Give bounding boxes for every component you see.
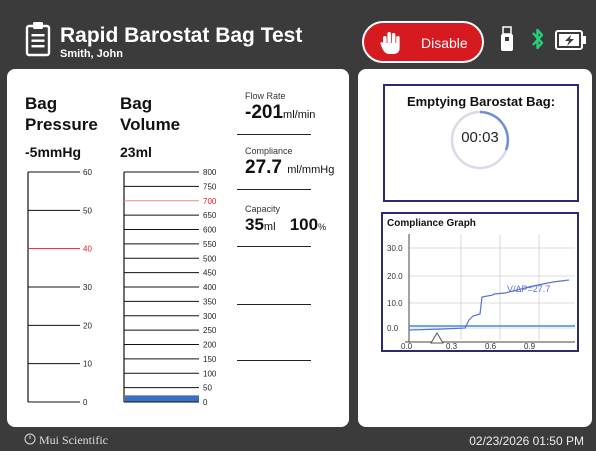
capacity-percent-unit: % (318, 222, 327, 232)
pressure-tick-label: 50 (83, 206, 92, 215)
y-tick-label: 30.0 (387, 244, 403, 253)
compliance-unit: ml/mmHg (287, 164, 335, 176)
volume-tick-label: 500 (203, 254, 217, 263)
pressure-tick-label: 0 (83, 398, 88, 407)
readout-divider (237, 246, 311, 247)
pressure-tick-label: 20 (83, 321, 92, 330)
readout-divider (237, 134, 311, 135)
volume-tick-label: 0 (203, 398, 208, 407)
compliance-readout: 27.7 ml/mmHg (245, 157, 334, 179)
emptying-timer: 00:03 (461, 129, 499, 146)
power-icon (24, 433, 36, 445)
pressure-tick-label: 60 (83, 168, 92, 177)
volume-tick-label: 50 (203, 384, 212, 393)
capacity-value: 35 (245, 215, 264, 234)
datetime: 02/23/2026 01:50 PM (469, 434, 584, 448)
capacity-title: Capacity (245, 204, 281, 214)
volume-tick-label: 100 (203, 369, 217, 378)
volume-tick-label: 800 (203, 168, 217, 177)
capacity-unit: ml (263, 221, 276, 233)
company-name: Mui Scientific (39, 433, 108, 447)
company-logo: Mui Scientific (24, 433, 108, 448)
volume-tick-label: 300 (203, 312, 217, 321)
volume-tick-label: 200 (203, 341, 217, 350)
x-tick-label: 0.9 (524, 342, 536, 350)
volume-tick-label: 600 (203, 226, 217, 235)
volume-scale: 8007507006506005505004504003503002502001… (123, 168, 217, 407)
flow-rate-title: Flow Rate (245, 91, 286, 101)
compliance-annotation: V/ΔP=27.7 (507, 284, 550, 294)
volume-tick-label: 450 (203, 269, 217, 278)
compliance-value: 27.7 (245, 157, 282, 178)
volume-tick-label: 400 (203, 283, 217, 292)
flow-rate-value: -201 (245, 102, 284, 123)
flow-rate-unit: ml/min (283, 109, 316, 121)
volume-tick-label: 250 (203, 326, 217, 335)
pressure-tick-label: 30 (83, 283, 92, 292)
volume-tick-label: 350 (203, 297, 217, 306)
volume-fill-bar (125, 395, 199, 402)
volume-tick-label: 700 (203, 197, 217, 206)
readout-divider (237, 304, 311, 305)
emptying-title: Emptying Barostat Bag: (406, 94, 556, 109)
capacity-percent: 100 (289, 215, 319, 234)
compliance-plot: 30.0 20.0 10.0 0.0 0.0 0.3 0.6 0.9 V/ΔP=… (387, 234, 575, 350)
capacity-readout: 35ml 100% (245, 215, 326, 235)
volume-tick-label: 750 (203, 182, 217, 191)
volume-tick-label: 150 (203, 355, 217, 364)
x-tick-label: 0.6 (485, 342, 497, 350)
pressure-tick-label: 10 (83, 360, 92, 369)
pressure-scale: 60 50 40 30 20 10 0 (27, 168, 92, 407)
y-tick-label: 20.0 (387, 272, 403, 281)
y-tick-label: 0.0 (387, 324, 399, 333)
flow-rate-readout: -201ml/min (245, 102, 315, 124)
x-tick-label: 0.3 (446, 342, 458, 350)
volume-tick-label: 550 (203, 240, 217, 249)
readout-divider (237, 360, 311, 361)
readout-divider (237, 189, 311, 190)
y-tick-label: 10.0 (387, 299, 403, 308)
pressure-tick-label: 40 (83, 245, 92, 254)
volume-tick-label: 650 (203, 211, 217, 220)
compliance-graph: Compliance Graph 30.0 20.0 10.0 0.0 0.0 … (381, 212, 579, 352)
compliance-title: Compliance (245, 146, 293, 156)
x-tick-label: 0.0 (401, 342, 413, 350)
triangle-marker-icon (430, 332, 444, 344)
